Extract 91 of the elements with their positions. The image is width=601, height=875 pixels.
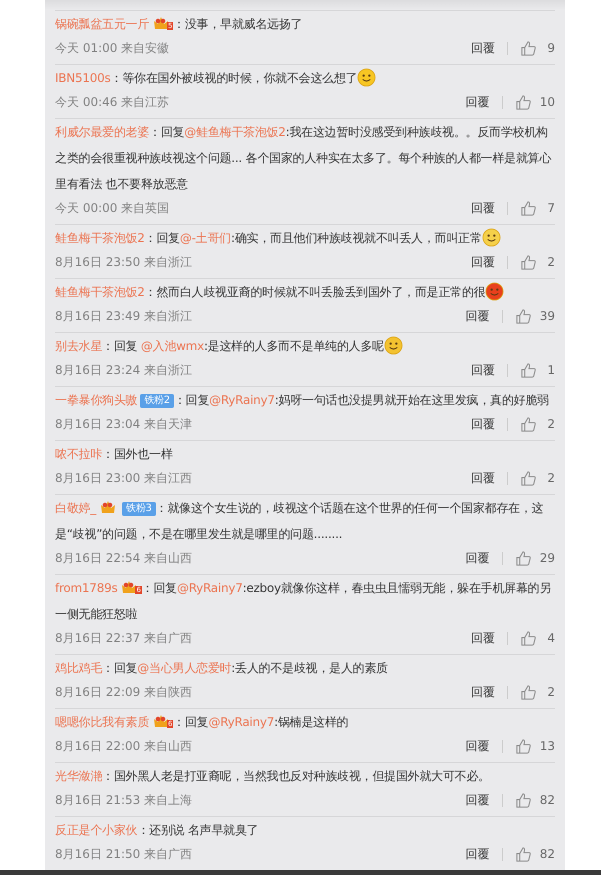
username-link[interactable]: from1789s bbox=[55, 581, 118, 595]
thumbs-up-icon[interactable] bbox=[514, 550, 532, 566]
timestamp: 8月16日 21:50 来自广西 bbox=[55, 846, 192, 862]
mention-link[interactable]: @RyRainy7 bbox=[209, 393, 275, 407]
comment-text: 光华潋滟：国外黑人老是打亚裔呢，当然我也反对种族歧视，但提国外就大可不必。 bbox=[55, 768, 491, 785]
timestamp: 8月16日 22:09 来自陕西 bbox=[55, 684, 192, 700]
reply-link[interactable]: 回覆 bbox=[471, 416, 495, 432]
thumbs-up-icon[interactable] bbox=[514, 846, 532, 862]
comment-text: 鲑鱼梅干茶泡饭2：然而白人歧视亚裔的时候就不叫丢脸丢到国外了，而是正常的很 bbox=[55, 279, 555, 305]
comment-text: 鸡比鸡毛：回复@当心男人恋爱时:丢人的不是歧视，是人的素质 bbox=[55, 660, 389, 677]
reply-link[interactable]: 回覆 bbox=[471, 40, 495, 56]
thumbs-up-icon[interactable] bbox=[514, 94, 532, 110]
username-link[interactable]: 鲑鱼梅干茶泡饭2 bbox=[55, 231, 145, 245]
thumbs-up-icon[interactable] bbox=[520, 40, 537, 56]
reply-link[interactable]: 回覆 bbox=[471, 200, 495, 216]
comment-text: 反正是个小家伙：还别说 名声早就臭了 bbox=[55, 822, 260, 839]
like-count: 4 bbox=[546, 631, 555, 645]
comment-text: 哝不拉咔：国外也一样 bbox=[55, 446, 174, 463]
comment-text: IBN5100s：等你在国外被歧视的时候，你就不会这么想了 bbox=[55, 65, 555, 91]
reply-link[interactable]: 回覆 bbox=[471, 630, 495, 646]
timestamp: 今天 00:00 来自英国 bbox=[55, 200, 170, 216]
reply-link[interactable]: 回覆 bbox=[471, 470, 495, 486]
like-count: 2 bbox=[546, 417, 555, 431]
timestamp: 8月16日 22:54 来自山西 bbox=[55, 550, 192, 566]
mention-link[interactable]: @鲑鱼梅干茶泡饭2 bbox=[184, 125, 286, 139]
thumbs-up-icon[interactable] bbox=[520, 630, 537, 646]
thumbs-up-icon[interactable] bbox=[520, 470, 537, 486]
timestamp: 8月16日 23:00 来自江西 bbox=[55, 470, 192, 486]
smiley-icon bbox=[357, 68, 376, 87]
comment-text: 白敬婷_ 铁粉3 ：就像这个女生说的，歧视这个话题在这个世界的任何一个国家都存在，这是“歧视”的问题，不是在哪里发生就是哪里的问题........ bbox=[55, 498, 544, 543]
like-count: 2 bbox=[546, 471, 555, 485]
mention-link[interactable]: @RyRainy7 bbox=[208, 715, 274, 729]
timestamp: 今天 01:00 来自安徽 bbox=[55, 40, 170, 56]
username-link[interactable]: 一拳暴你狗头嗷 bbox=[55, 393, 138, 407]
reply-link[interactable]: 回覆 bbox=[471, 684, 495, 700]
username-link[interactable]: 鲑鱼梅干茶泡饭2 bbox=[55, 285, 145, 299]
thumbs-up-icon[interactable] bbox=[514, 792, 532, 808]
comment-text: 利威尔最爱的老婆：回复@鲑鱼梅干茶泡饭2:我在这边暂时没感受到种族歧视。。反而学校机构之类的会很重视种族歧视这个问题... 各个国家的人种实在太多了。每个种族的人都一样是就算心里有看法 也不要释放恶意 bbox=[55, 124, 552, 193]
timestamp: 8月16日 23:04 来自天津 bbox=[55, 416, 192, 432]
username-link[interactable]: 光华潋滟 bbox=[55, 769, 102, 783]
reply-link[interactable]: 回覆 bbox=[466, 846, 490, 862]
username-link[interactable]: 利威尔最爱的老婆 bbox=[55, 125, 149, 139]
reply-link[interactable]: 回覆 bbox=[471, 362, 495, 378]
reply-link[interactable]: 回覆 bbox=[471, 254, 495, 270]
timestamp: 今天 00:46 来自江苏 bbox=[55, 94, 170, 110]
thumbs-up-icon[interactable] bbox=[520, 684, 537, 700]
like-count: 39 bbox=[540, 309, 555, 323]
mention-link[interactable]: @-土哥们 bbox=[180, 231, 231, 245]
like-count: 10 bbox=[540, 95, 555, 109]
username-link[interactable]: 哝不拉咔 bbox=[55, 447, 102, 461]
mention-link[interactable]: @RyRainy7 bbox=[176, 581, 243, 595]
username-link[interactable]: 白敬婷_ bbox=[55, 501, 96, 515]
fan-badge: 铁粉2 bbox=[140, 394, 174, 408]
timestamp: 8月16日 21:53 来自上海 bbox=[55, 792, 192, 808]
like-count: 1 bbox=[546, 363, 555, 377]
thumbs-up-icon[interactable] bbox=[520, 200, 537, 216]
mention-link[interactable]: @当心男人恋爱时 bbox=[137, 661, 232, 675]
timestamp: 8月16日 23:50 来自浙江 bbox=[55, 254, 192, 270]
username-link[interactable]: IBN5100s bbox=[55, 71, 111, 85]
like-count: 13 bbox=[540, 739, 555, 753]
username-link[interactable]: 锅碗瓢盆五元一斤 bbox=[55, 17, 149, 31]
username-link[interactable]: 反正是个小家伙 bbox=[55, 823, 138, 837]
comment-text: 一拳暴你狗头嗷 铁粉2 ：回复@RyRainy7:妈呀一句话也没提男就开始在这里发疯，真的好脆弱 bbox=[55, 392, 550, 410]
username-link[interactable]: 鸡比鸡毛 bbox=[55, 661, 102, 675]
reply-link[interactable]: 回覆 bbox=[466, 550, 490, 566]
comment-text: 别去水星：回复 @入池wmx:是这样的人多而不是单纯的人多呢 bbox=[55, 333, 555, 359]
reply-link[interactable]: 回覆 bbox=[466, 94, 490, 110]
timestamp: 8月16日 23:49 来自浙江 bbox=[55, 308, 192, 324]
like-count: 2 bbox=[546, 255, 555, 269]
thumbs-up-icon[interactable] bbox=[520, 254, 537, 270]
thumbs-up-icon[interactable] bbox=[514, 738, 532, 754]
username-link[interactable]: 别去水星 bbox=[55, 339, 102, 353]
thumbs-up-icon[interactable] bbox=[520, 416, 537, 432]
timestamp: 8月16日 22:37 来自广西 bbox=[55, 630, 192, 646]
like-count: 9 bbox=[546, 41, 555, 55]
like-count: 82 bbox=[540, 847, 555, 861]
reply-link[interactable]: 回覆 bbox=[466, 792, 490, 808]
fan-badge: 铁粉3 bbox=[122, 502, 156, 516]
thumbs-up-icon[interactable] bbox=[514, 308, 532, 324]
like-count: 29 bbox=[540, 551, 555, 565]
timestamp: 8月16日 22:00 来自山西 bbox=[55, 738, 192, 754]
like-count: 2 bbox=[546, 685, 555, 699]
mention-link[interactable]: @入池wmx bbox=[140, 339, 204, 353]
reply-link[interactable]: 回覆 bbox=[466, 738, 490, 754]
like-count: 7 bbox=[546, 201, 555, 215]
like-count: 82 bbox=[540, 793, 555, 807]
reply-link[interactable]: 回覆 bbox=[466, 308, 490, 324]
thumbs-up-icon[interactable] bbox=[520, 362, 537, 378]
timestamp: 8月16日 23:24 来自浙江 bbox=[55, 362, 192, 378]
username-link[interactable]: 嗯嗯你比我有素质 bbox=[55, 715, 149, 729]
comment-text: 鲑鱼梅干茶泡饭2：回复@-土哥们:确实，而且他们种族歧视就不叫丢人，而叫正常 bbox=[55, 225, 555, 251]
